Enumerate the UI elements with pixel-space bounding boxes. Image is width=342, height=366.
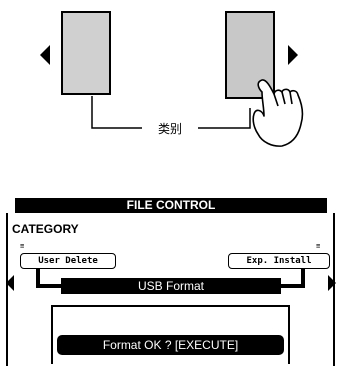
usb-format-bar: USB Format [61,278,281,294]
right-arrow-icon [288,45,298,65]
bracket-connector-right [198,108,251,129]
category-buttons-illustration: 类别 [0,0,342,170]
lcd-left-arrow-icon [6,275,14,291]
left-category-button [61,11,111,95]
left-arrow-icon [40,45,50,65]
lcd-display: FILE CONTROL CATEGORY ≡ ≡ User Delete Ex… [0,198,342,366]
pointing-hand-icon [252,79,304,147]
right-bar-join [281,268,305,288]
left-bar-join [36,268,61,288]
lcd-right-arrow-icon [328,275,336,291]
bracket-connector [91,96,142,129]
category-label: 类别 [157,122,182,136]
illustration-graphic [40,11,304,147]
format-execute-button[interactable]: Format OK ? [EXECUTE] [57,335,284,355]
